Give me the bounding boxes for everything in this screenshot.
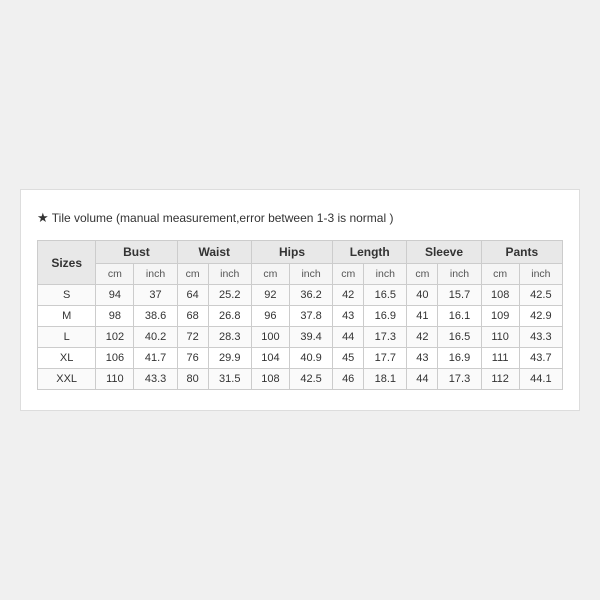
pants-header: Pants bbox=[481, 241, 562, 264]
unit-bust-inch: inch bbox=[134, 264, 177, 285]
cell-4-7: 46 bbox=[333, 369, 364, 390]
cell-1-3: 68 bbox=[177, 306, 208, 327]
star-icon: ★ bbox=[37, 210, 49, 225]
hips-header: Hips bbox=[251, 241, 332, 264]
unit-length-inch: inch bbox=[364, 264, 407, 285]
cell-3-7: 45 bbox=[333, 348, 364, 369]
cell-4-8: 18.1 bbox=[364, 369, 407, 390]
cell-0-9: 40 bbox=[407, 285, 438, 306]
unit-sleeve-cm: cm bbox=[407, 264, 438, 285]
cell-3-0: XL bbox=[38, 348, 96, 369]
cell-3-3: 76 bbox=[177, 348, 208, 369]
cell-3-1: 106 bbox=[96, 348, 134, 369]
waist-header: Waist bbox=[177, 241, 251, 264]
cell-1-6: 37.8 bbox=[290, 306, 333, 327]
cell-0-11: 108 bbox=[481, 285, 519, 306]
cell-4-6: 42.5 bbox=[290, 369, 333, 390]
sizes-header: Sizes bbox=[38, 241, 96, 285]
cell-4-5: 108 bbox=[251, 369, 289, 390]
table-row: L10240.27228.310039.44417.34216.511043.3 bbox=[38, 327, 563, 348]
cell-4-0: XXL bbox=[38, 369, 96, 390]
cell-1-9: 41 bbox=[407, 306, 438, 327]
cell-4-3: 80 bbox=[177, 369, 208, 390]
cell-4-1: 110 bbox=[96, 369, 134, 390]
cell-2-8: 17.3 bbox=[364, 327, 407, 348]
cell-1-10: 16.1 bbox=[438, 306, 481, 327]
cell-0-3: 64 bbox=[177, 285, 208, 306]
unit-waist-cm: cm bbox=[177, 264, 208, 285]
length-header: Length bbox=[333, 241, 407, 264]
measurement-note: ★ Tile volume (manual measurement,error … bbox=[37, 210, 563, 226]
cell-2-6: 39.4 bbox=[290, 327, 333, 348]
cell-0-5: 92 bbox=[251, 285, 289, 306]
cell-1-5: 96 bbox=[251, 306, 289, 327]
unit-hips-cm: cm bbox=[251, 264, 289, 285]
cell-2-12: 43.3 bbox=[519, 327, 562, 348]
cell-2-9: 42 bbox=[407, 327, 438, 348]
cell-0-4: 25.2 bbox=[208, 285, 251, 306]
unit-length-cm: cm bbox=[333, 264, 364, 285]
cell-0-10: 15.7 bbox=[438, 285, 481, 306]
unit-hips-inch: inch bbox=[290, 264, 333, 285]
unit-waist-inch: inch bbox=[208, 264, 251, 285]
size-table: Sizes Bust Waist Hips Length Sleeve Pant… bbox=[37, 240, 563, 390]
cell-3-11: 111 bbox=[481, 348, 519, 369]
cell-0-0: S bbox=[38, 285, 96, 306]
table-row: S94376425.29236.24216.54015.710842.5 bbox=[38, 285, 563, 306]
cell-0-12: 42.5 bbox=[519, 285, 562, 306]
cell-1-11: 109 bbox=[481, 306, 519, 327]
cell-3-12: 43.7 bbox=[519, 348, 562, 369]
cell-1-8: 16.9 bbox=[364, 306, 407, 327]
table-row: M9838.66826.89637.84316.94116.110942.9 bbox=[38, 306, 563, 327]
cell-0-6: 36.2 bbox=[290, 285, 333, 306]
sleeve-header: Sleeve bbox=[407, 241, 481, 264]
cell-1-0: M bbox=[38, 306, 96, 327]
cell-1-1: 98 bbox=[96, 306, 134, 327]
cell-0-7: 42 bbox=[333, 285, 364, 306]
note-text: Tile volume (manual measurement,error be… bbox=[52, 211, 394, 225]
cell-3-9: 43 bbox=[407, 348, 438, 369]
cell-4-4: 31.5 bbox=[208, 369, 251, 390]
cell-2-5: 100 bbox=[251, 327, 289, 348]
cell-3-8: 17.7 bbox=[364, 348, 407, 369]
cell-4-2: 43.3 bbox=[134, 369, 177, 390]
cell-1-2: 38.6 bbox=[134, 306, 177, 327]
cell-2-11: 110 bbox=[481, 327, 519, 348]
cell-2-4: 28.3 bbox=[208, 327, 251, 348]
cell-3-5: 104 bbox=[251, 348, 289, 369]
cell-3-6: 40.9 bbox=[290, 348, 333, 369]
cell-1-7: 43 bbox=[333, 306, 364, 327]
cell-2-10: 16.5 bbox=[438, 327, 481, 348]
cell-0-1: 94 bbox=[96, 285, 134, 306]
unit-pants-inch: inch bbox=[519, 264, 562, 285]
cell-4-11: 112 bbox=[481, 369, 519, 390]
cell-0-8: 16.5 bbox=[364, 285, 407, 306]
cell-3-10: 16.9 bbox=[438, 348, 481, 369]
unit-pants-cm: cm bbox=[481, 264, 519, 285]
cell-2-2: 40.2 bbox=[134, 327, 177, 348]
cell-2-1: 102 bbox=[96, 327, 134, 348]
unit-sleeve-inch: inch bbox=[438, 264, 481, 285]
cell-1-12: 42.9 bbox=[519, 306, 562, 327]
table-row: XXL11043.38031.510842.54618.14417.311244… bbox=[38, 369, 563, 390]
cell-1-4: 26.8 bbox=[208, 306, 251, 327]
bust-header: Bust bbox=[96, 241, 177, 264]
main-container: ★ Tile volume (manual measurement,error … bbox=[20, 189, 580, 411]
cell-2-3: 72 bbox=[177, 327, 208, 348]
cell-4-9: 44 bbox=[407, 369, 438, 390]
cell-2-7: 44 bbox=[333, 327, 364, 348]
cell-3-4: 29.9 bbox=[208, 348, 251, 369]
cell-0-2: 37 bbox=[134, 285, 177, 306]
table-row: XL10641.77629.910440.94517.74316.911143.… bbox=[38, 348, 563, 369]
cell-3-2: 41.7 bbox=[134, 348, 177, 369]
unit-bust-cm: cm bbox=[96, 264, 134, 285]
cell-2-0: L bbox=[38, 327, 96, 348]
cell-4-10: 17.3 bbox=[438, 369, 481, 390]
cell-4-12: 44.1 bbox=[519, 369, 562, 390]
